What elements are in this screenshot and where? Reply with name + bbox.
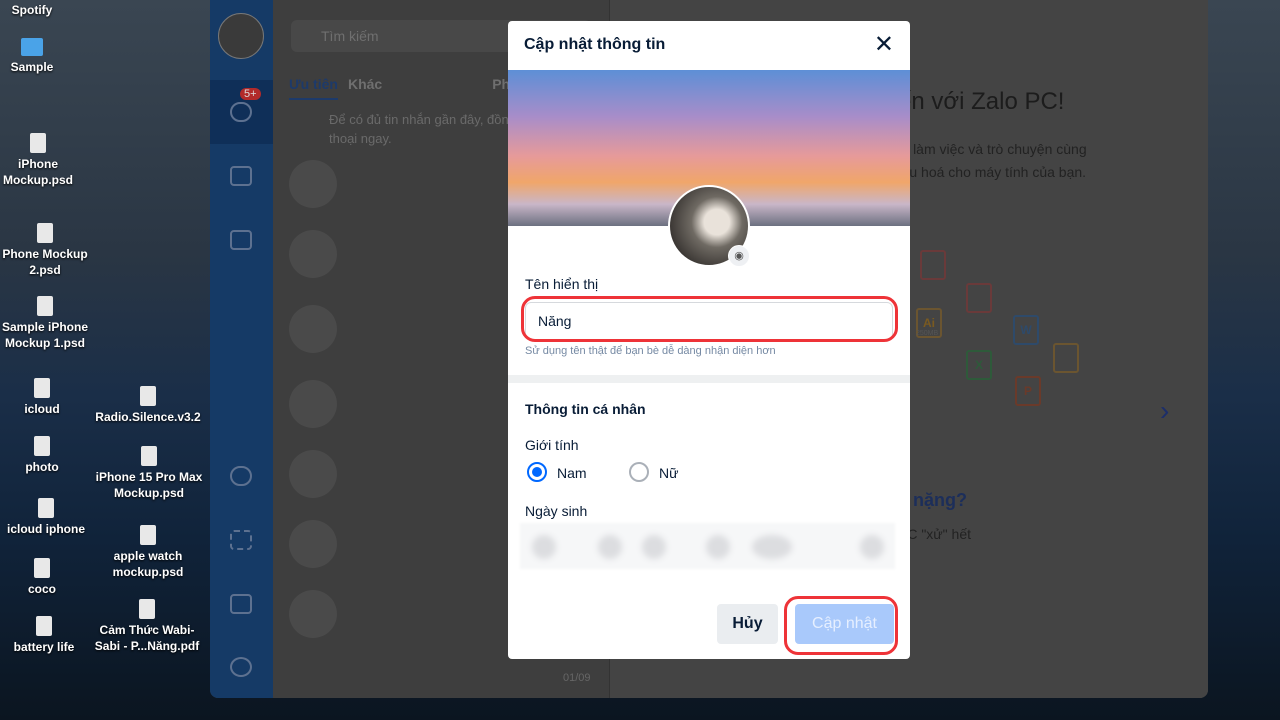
gender-female-label[interactable]: Nữ xyxy=(659,465,678,481)
icon-label: Spotify xyxy=(11,3,53,17)
desktop-icon[interactable]: iPhone Mockup.psd xyxy=(0,133,76,188)
personal-info-title: Thông tin cá nhân xyxy=(525,401,646,417)
sidebar: 5+ xyxy=(210,0,273,698)
icon-label: apple watch mockup.psd xyxy=(112,549,184,579)
desktop-icon[interactable]: Radio.Silence.v3.2 xyxy=(88,386,208,425)
video-file-icon xyxy=(966,283,992,313)
briefcase-icon[interactable] xyxy=(230,594,252,614)
desktop-icon[interactable]: Phone Mockup 2.psd xyxy=(0,223,90,278)
dob-picker-blurred[interactable] xyxy=(520,523,895,569)
image-file-icon xyxy=(1053,343,1079,373)
highlight-annotation xyxy=(784,596,898,655)
desktop-icon[interactable]: icloud iphone xyxy=(2,498,90,537)
icon-label: battery life xyxy=(13,640,75,654)
image-icon xyxy=(34,436,50,456)
icon-label: Phone Mockup 2.psd xyxy=(2,247,88,277)
icon-label: iPhone Mockup.psd xyxy=(2,157,73,187)
highlight-annotation xyxy=(521,296,898,342)
gender-male-label[interactable]: Nam xyxy=(557,465,587,481)
welcome-title: ến với Zalo PC! xyxy=(898,88,1065,115)
chat-icon xyxy=(230,102,252,122)
desktop-icon[interactable]: iPhone 15 Pro Max Mockup.psd xyxy=(88,446,210,501)
display-name-label: Tên hiển thị xyxy=(525,276,599,292)
file-icon xyxy=(37,223,53,243)
desktop-icon[interactable]: Sample xyxy=(2,38,62,75)
icon-label: coco xyxy=(27,582,56,596)
pdf-icon xyxy=(139,599,155,619)
ppt-file-icon: P xyxy=(1015,376,1041,406)
avatar[interactable] xyxy=(218,13,264,59)
cancel-button[interactable]: Hủy xyxy=(717,604,778,644)
icon-label: icloud xyxy=(24,402,60,416)
contacts-icon[interactable] xyxy=(230,166,252,186)
file-icon xyxy=(30,133,46,153)
desktop-icon[interactable]: coco xyxy=(12,558,72,597)
gender-male-radio[interactable] xyxy=(527,462,547,482)
desktop-icon[interactable]: Sample iPhone Mockup 1.psd xyxy=(0,296,90,351)
icon-label: Cảm Thức Wabi-Sabi - P...Năng.pdf xyxy=(94,623,200,653)
cloud-icon[interactable] xyxy=(230,466,252,486)
desktop-icon[interactable]: battery life xyxy=(4,616,84,655)
disk-icon xyxy=(140,386,156,406)
file-size: 250MB xyxy=(916,330,939,337)
gender-label: Giới tính xyxy=(525,437,579,453)
icon-label: Radio.Silence.v3.2 xyxy=(95,410,201,424)
todo-icon[interactable] xyxy=(230,230,252,250)
icon-label: Sample iPhone Mockup 1.psd xyxy=(1,320,89,350)
tab-other[interactable]: Khác xyxy=(348,76,382,92)
screenshot-icon[interactable] xyxy=(230,530,252,550)
pdf-icon xyxy=(920,250,946,280)
desktop-icon[interactable]: icloud xyxy=(12,378,72,417)
settings-icon[interactable] xyxy=(230,657,252,677)
camera-icon[interactable]: ◉ xyxy=(728,245,750,267)
tab-priority[interactable]: Ưu tiên xyxy=(289,76,338,100)
close-icon[interactable]: ✕ xyxy=(874,33,894,57)
file-icon xyxy=(141,446,157,466)
update-info-dialog: Cập nhật thông tin ✕ ◉ Tên hiển thị Sử dụ… xyxy=(508,21,910,659)
excel-file-icon: X xyxy=(966,350,992,380)
word-file-icon: W xyxy=(1013,315,1039,345)
message-date: 01/09 xyxy=(563,672,591,684)
icon-label: photo xyxy=(25,460,59,474)
search-placeholder: Tìm kiếm xyxy=(321,28,379,44)
icon-label: icloud iphone xyxy=(7,522,85,536)
icon-label: iPhone 15 Pro Max Mockup.psd xyxy=(95,470,203,500)
desktop-icon[interactable]: photo xyxy=(12,436,72,475)
folder-icon xyxy=(21,38,43,56)
chevron-right-icon[interactable]: › xyxy=(1160,395,1169,427)
file-icon xyxy=(37,296,53,316)
desktop-icon[interactable]: Cảm Thức Wabi-Sabi - P...Năng.pdf xyxy=(88,599,206,654)
file-icon xyxy=(38,498,54,518)
file-icon xyxy=(34,558,50,578)
file-icon xyxy=(36,616,52,636)
icon-label: Sample xyxy=(10,60,54,74)
desktop-icon[interactable]: Spotify xyxy=(6,2,58,18)
gender-female-radio[interactable] xyxy=(629,462,649,482)
file-icon xyxy=(140,525,156,545)
welcome-text: ợ làm việc và trò chuyện cùng ưu hoá cho … xyxy=(900,141,1087,180)
desktop-icon[interactable]: apple watch mockup.psd xyxy=(98,525,198,580)
divider xyxy=(508,375,910,383)
dob-label: Ngày sinh xyxy=(525,503,588,519)
unread-badge: 5+ xyxy=(240,88,261,100)
icloud-icon xyxy=(34,378,50,398)
dialog-title: Cập nhật thông tin xyxy=(524,36,666,53)
display-name-hint: Sử dụng tên thật để bạn bè dễ dàng nhận … xyxy=(525,345,776,357)
